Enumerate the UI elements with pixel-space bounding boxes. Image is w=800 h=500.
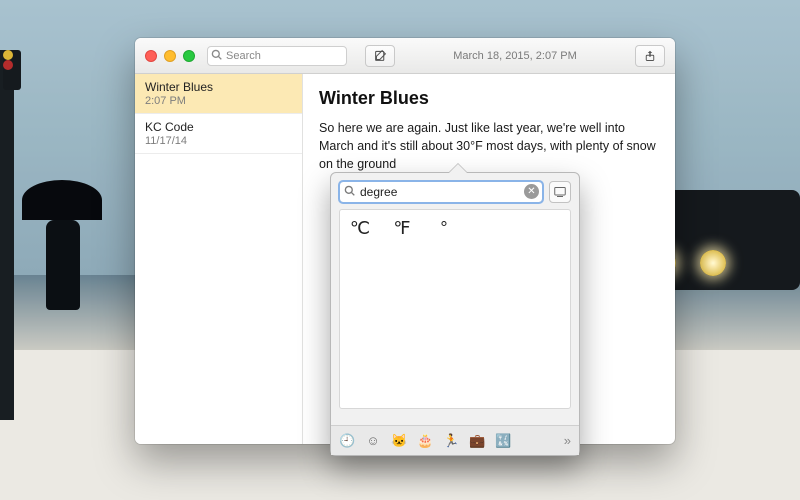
more-categories-button[interactable]: » [564, 433, 571, 448]
category-objects-icon[interactable]: 💼 [469, 433, 485, 449]
note-item-subtitle: 2:07 PM [145, 95, 292, 107]
note-item-subtitle: 11/17/14 [145, 135, 292, 147]
search-icon [344, 185, 355, 199]
note-item-title: Winter Blues [145, 80, 292, 94]
open-character-viewer-button[interactable] [549, 181, 571, 203]
sidebar-search-wrap: Search [207, 46, 347, 66]
character-viewer-popover: ✕ ℃ ℉ ° 🕘 ☺ 🐱 🎂 🏃 💼 🔣 » [330, 172, 580, 456]
category-animals-icon[interactable]: 🐱 [391, 433, 407, 449]
notes-sidebar: Winter Blues 2:07 PM KC Code 11/17/14 [135, 74, 303, 444]
note-title: Winter Blues [319, 88, 659, 109]
clear-search-button[interactable]: ✕ [524, 184, 539, 199]
zoom-window-button[interactable] [183, 50, 195, 62]
search-icon [211, 49, 222, 63]
char-degree-fahrenheit[interactable]: ℉ [390, 218, 414, 239]
minimize-window-button[interactable] [164, 50, 176, 62]
note-item-title: KC Code [145, 120, 292, 134]
category-recent-icon[interactable]: 🕘 [339, 433, 355, 449]
compose-note-button[interactable] [365, 45, 395, 67]
note-list-item[interactable]: KC Code 11/17/14 [135, 114, 302, 154]
note-date-label: March 18, 2015, 2:07 PM [405, 50, 625, 62]
category-activity-icon[interactable]: 🏃 [443, 433, 459, 449]
character-category-bar: 🕘 ☺ 🐱 🎂 🏃 💼 🔣 » [331, 425, 579, 455]
note-list-item[interactable]: Winter Blues 2:07 PM [135, 74, 302, 114]
category-food-icon[interactable]: 🎂 [417, 433, 433, 449]
share-button[interactable] [635, 45, 665, 67]
char-degree-celsius[interactable]: ℃ [348, 218, 372, 239]
close-window-button[interactable] [145, 50, 157, 62]
category-symbols-icon[interactable]: 🔣 [495, 433, 511, 449]
titlebar: Search March 18, 2015, 2:07 PM [135, 38, 675, 74]
char-degree-sign[interactable]: ° [432, 218, 456, 239]
window-controls [135, 50, 203, 62]
character-search-input[interactable] [339, 181, 543, 203]
category-smileys-icon[interactable]: ☺ [365, 433, 381, 449]
sidebar-search-input[interactable]: Search [207, 46, 347, 66]
note-body-text: So here we are again. Just like last yea… [319, 119, 659, 173]
character-results: ℃ ℉ ° [339, 209, 571, 409]
